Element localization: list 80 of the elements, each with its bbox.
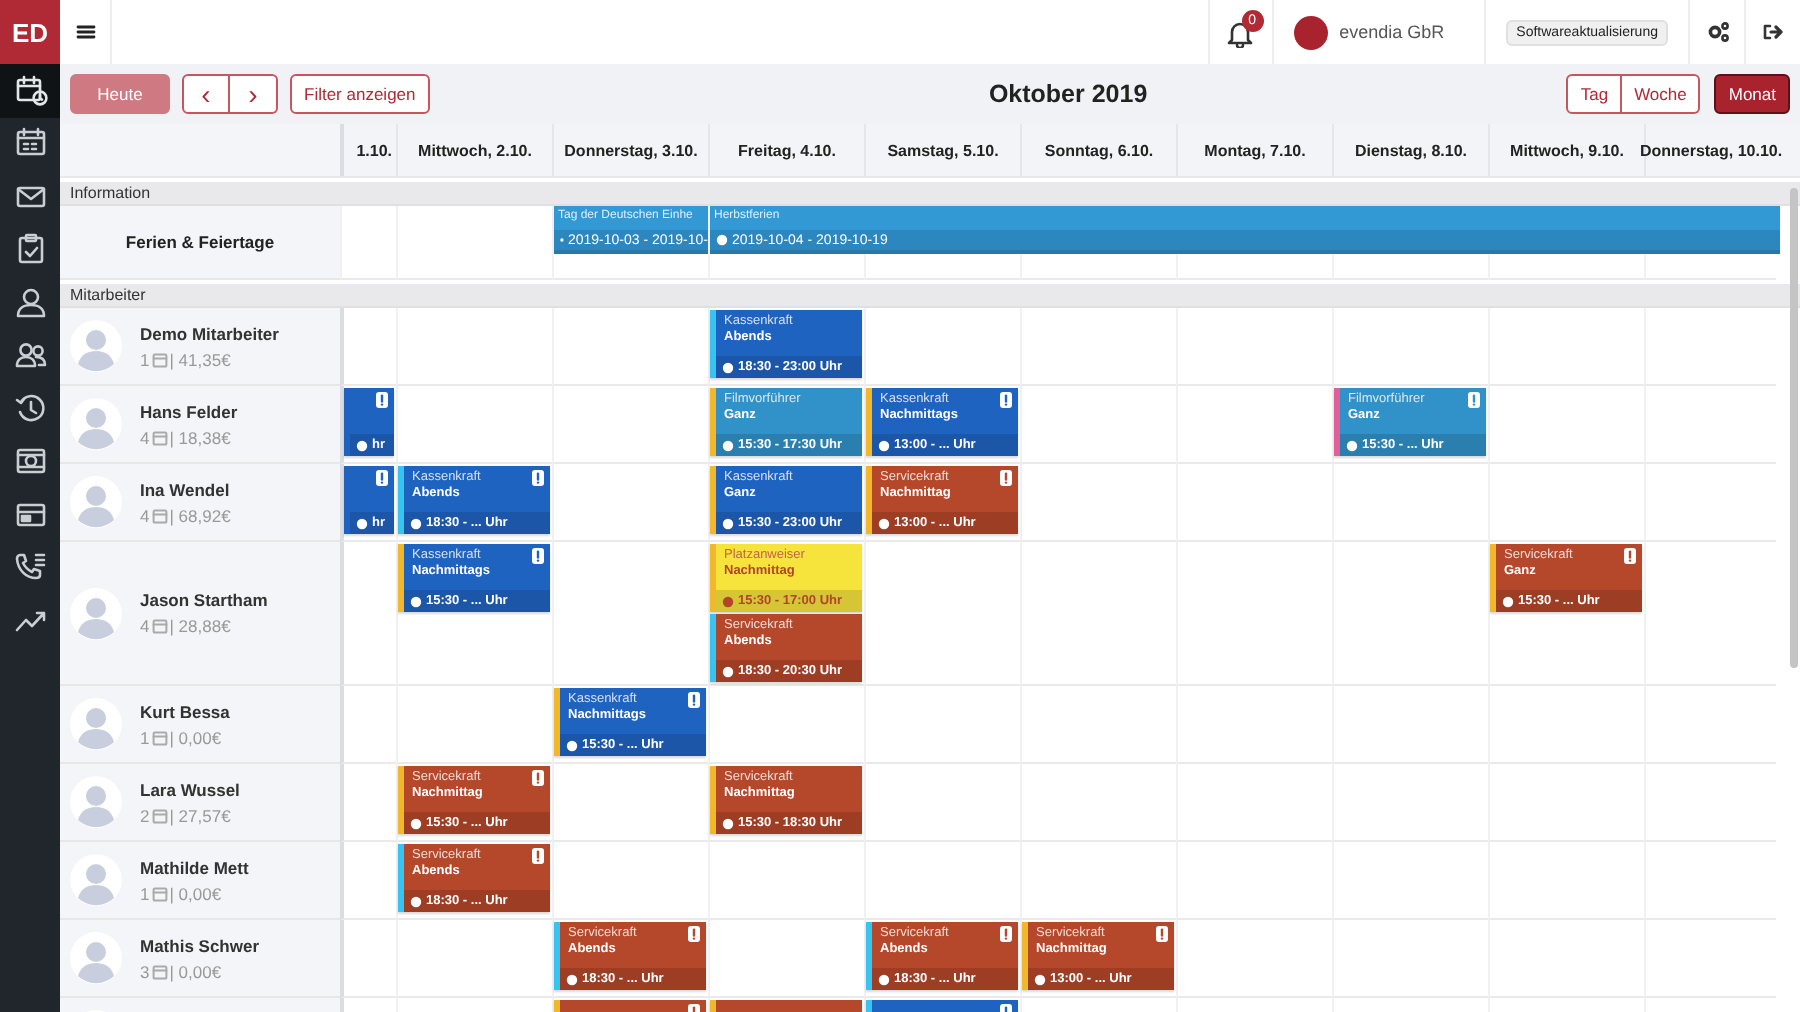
shift-count: 3	[140, 961, 150, 981]
employee-name: Kurt Bessa	[140, 701, 230, 721]
cost-total: | 68,92€	[169, 505, 231, 525]
cash-register-icon	[13, 444, 47, 479]
view-tab[interactable]: Woche	[1622, 74, 1701, 114]
next-button[interactable]: ›	[230, 74, 278, 114]
calendar-cell	[1644, 308, 1776, 386]
filter-button[interactable]: Filter anzeigen	[290, 74, 430, 114]
view-tab[interactable]: Monat	[1714, 74, 1790, 114]
cost-total: | 18,38€	[169, 427, 231, 447]
cost-total: | 0,00€	[169, 727, 222, 747]
day-header: Sonntag, 6.10.	[1020, 124, 1176, 176]
company-logo	[1293, 15, 1328, 49]
calendar-icon	[151, 963, 168, 979]
day-header: Dienstag, 8.10.	[1332, 124, 1488, 176]
view-tab[interactable]: Tag	[1566, 74, 1623, 114]
employee-name: Jason Startham	[140, 590, 268, 610]
calendar-icon	[151, 807, 168, 823]
shift-count: 4	[140, 427, 150, 447]
calendar-icon	[151, 618, 168, 634]
calendar-cell	[340, 206, 396, 280]
employee-name: Ina Wendel	[140, 479, 231, 499]
user-icon	[13, 285, 47, 320]
day-header: Donnerstag, 10.10.	[1644, 124, 1776, 176]
day-header: Montag, 7.10.	[1176, 124, 1332, 176]
users-icon	[13, 338, 47, 373]
shift-count: 1	[140, 883, 150, 903]
employee-name: Demo Mitarbeiter	[140, 323, 279, 343]
bell-icon	[1226, 17, 1255, 47]
phone-list-icon	[13, 550, 47, 585]
day-header: Mittwoch, 9.10.	[1488, 124, 1644, 176]
calendar-clock-icon	[13, 73, 47, 108]
scrollbar[interactable]	[1790, 188, 1798, 668]
previous-button[interactable]: ‹	[182, 74, 230, 114]
clipboard-icon	[13, 232, 47, 267]
shift-count: 1	[140, 349, 150, 369]
day-header: 1.10.	[340, 124, 396, 176]
avatar-icon	[70, 398, 122, 450]
employee-name: Hans Felder	[140, 401, 238, 421]
cost-total: | 0,00€	[169, 883, 222, 903]
cost-total: | 0,00€	[169, 961, 222, 981]
avatar-icon	[70, 587, 122, 639]
shift-count: 1	[140, 727, 150, 747]
section-header: Mitarbeiter	[60, 284, 1800, 308]
day-header: Mittwoch, 2.10.	[396, 124, 552, 176]
shift-count: 2	[140, 805, 150, 825]
avatar-icon	[70, 698, 122, 750]
sidebar-item[interactable]	[0, 64, 60, 117]
section-header: Information	[60, 182, 1800, 206]
avatar-icon	[70, 932, 122, 984]
calendar-icon	[151, 429, 168, 445]
app-logo[interactable]: ED	[0, 0, 60, 64]
settings-icon	[1705, 20, 1729, 44]
calendar-title: Oktober 2019	[986, 80, 1150, 108]
day-header: Samstag, 5.10.	[864, 124, 1020, 176]
shift-count: 4	[140, 616, 150, 636]
calendar-icon	[151, 507, 168, 523]
shift-count: 4	[140, 505, 150, 525]
row-label: Ferien & Feiertage	[60, 206, 340, 280]
day-header: Donnerstag, 3.10.	[552, 124, 708, 176]
avatar-icon	[70, 320, 122, 372]
employee-name: Mathilde Mett	[140, 857, 249, 877]
cost-total: | 27,57€	[169, 805, 231, 825]
day-header: Freitag, 4.10.	[708, 124, 864, 176]
calendar-icon	[151, 729, 168, 745]
employee-name: Mathis Schwer	[140, 935, 260, 955]
menu-icon	[75, 24, 95, 40]
avatar-icon	[70, 854, 122, 906]
history-icon	[13, 391, 47, 426]
logout-icon	[1762, 22, 1784, 42]
calendar-icon	[151, 885, 168, 901]
calendar-cell	[1644, 464, 1776, 542]
cost-total: | 28,88€	[169, 616, 231, 636]
cost-total: | 41,35€	[169, 349, 231, 369]
avatar-icon	[70, 776, 122, 828]
avatar-icon	[70, 476, 122, 528]
calendar-icon	[151, 351, 168, 367]
company-name[interactable]: evendia GbR	[1339, 22, 1445, 42]
calendar-icon	[13, 126, 47, 161]
employee-name: Lara Wussel	[140, 779, 240, 799]
